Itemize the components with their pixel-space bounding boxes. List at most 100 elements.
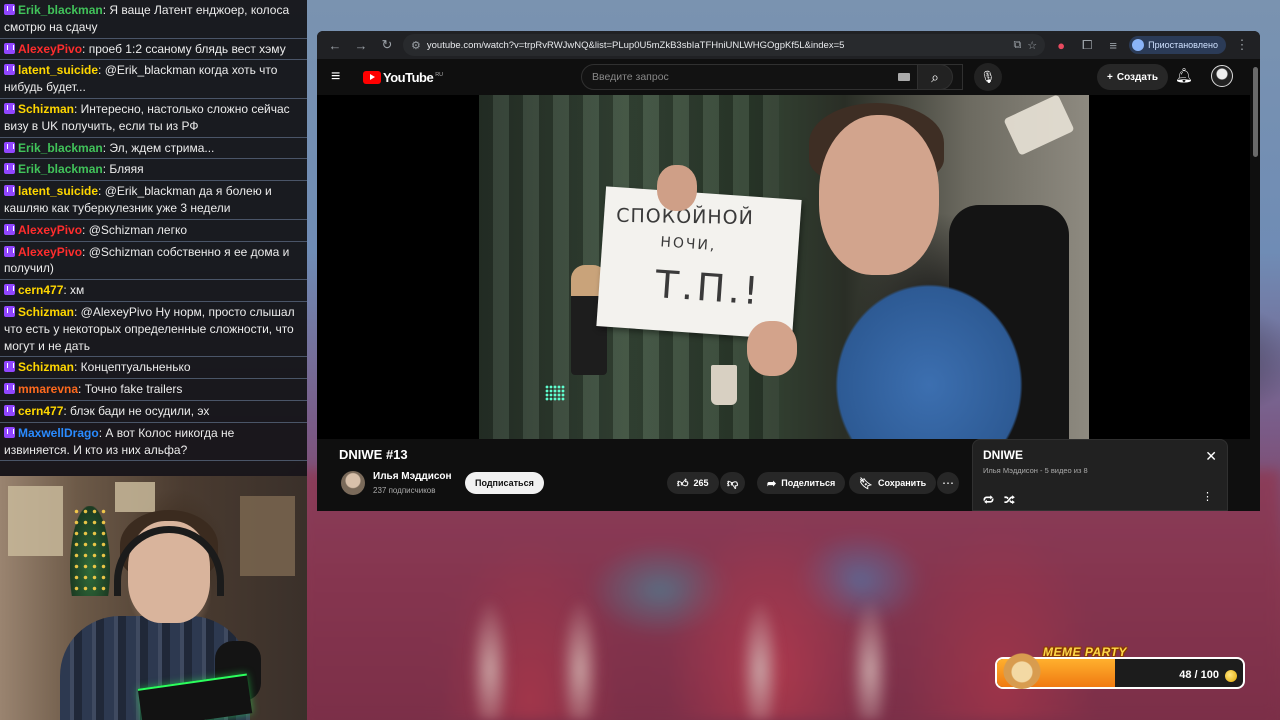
- profile-avatar-icon: [1132, 39, 1145, 51]
- playlist-menu-icon[interactable]: ⋮: [1202, 490, 1213, 503]
- chat-username[interactable]: latent_suicide: [18, 63, 98, 77]
- account-avatar[interactable]: [1211, 65, 1233, 87]
- extensions-puzzle-icon[interactable]: ⧠: [1077, 35, 1097, 55]
- chat-message: Erik_blackman: Я ваще Латент енджоер, ко…: [0, 0, 307, 39]
- chat-username[interactable]: cern477: [18, 404, 63, 418]
- youtube-logo[interactable]: YouTube RU: [363, 70, 443, 85]
- twitch-badge-icon: [4, 163, 15, 175]
- chat-username[interactable]: Schizman: [18, 102, 74, 116]
- playlist-controls: 🔁︎ 🔀︎: [983, 492, 1015, 508]
- chat-message: AlexeyPivo: проеб 1:2 ссаному блядь вест…: [0, 39, 307, 61]
- share-button[interactable]: ➦ Поделиться: [757, 472, 846, 494]
- more-actions-button[interactable]: ⋯: [937, 472, 959, 494]
- close-icon[interactable]: ✕: [1205, 448, 1217, 465]
- chat-username[interactable]: MaxwellDrago: [18, 426, 99, 440]
- chat-username[interactable]: mmarevna: [18, 382, 78, 396]
- chat-message: Schizman: @AlexeyPivo Ну норм, просто сл…: [0, 302, 307, 358]
- twitch-badge-icon: [4, 4, 15, 15]
- create-button[interactable]: + Создать: [1097, 64, 1168, 90]
- cup: [711, 365, 737, 405]
- chat-message: cern477: хм: [0, 280, 307, 302]
- chat-username[interactable]: cern477: [18, 283, 63, 297]
- bell-icon[interactable]: 🔔︎: [1175, 67, 1193, 84]
- youtube-play-icon: [363, 70, 381, 84]
- browser-window: ← → ↻ ⚙ youtube.com/watch?v=trpRvRWJwNQ&…: [317, 31, 1260, 511]
- twitch-badge-icon: [4, 305, 15, 317]
- hamburger-menu-icon[interactable]: ≡: [331, 68, 347, 86]
- doge-icon: [1003, 651, 1041, 689]
- dislike-button[interactable]: 👎︎: [720, 472, 746, 494]
- chat-text: : проеб 1:2 ссаному блядь вест хэму: [82, 41, 286, 56]
- chat-username[interactable]: AlexeyPivo: [18, 245, 82, 259]
- twitch-badge-icon: [4, 185, 15, 197]
- save-button[interactable]: 🔖︎ Сохранить: [849, 472, 937, 494]
- hand: [657, 165, 697, 211]
- plus-icon: +: [1107, 71, 1113, 83]
- video-info: DNIWE #13 Илья Мэддисон 237 подписчиков …: [317, 439, 1250, 511]
- forward-arrow-icon[interactable]: →: [351, 35, 371, 55]
- twitch-badge-icon: [4, 284, 15, 296]
- chat-text: : @Schizman легко: [82, 222, 188, 237]
- reload-icon[interactable]: ↻: [377, 35, 397, 55]
- browser-toolbar: ← → ↻ ⚙ youtube.com/watch?v=trpRvRWJwNQ&…: [317, 31, 1260, 59]
- twitch-badge-icon: [4, 383, 15, 395]
- profile-button[interactable]: Приостановлено: [1129, 36, 1226, 54]
- chat-panel: Erik_blackman: Я ваще Латент енджоер, ко…: [0, 0, 307, 476]
- site-info-icon[interactable]: ⚙: [411, 39, 421, 52]
- video-player[interactable]: СПОКОЙНОЙ НОЧИ, Т.П.!: [317, 95, 1250, 439]
- region-code: RU: [435, 71, 444, 78]
- share-label: Поделиться: [781, 478, 836, 488]
- address-bar[interactable]: ⚙ youtube.com/watch?v=trpRvRWJwNQ&list=P…: [403, 34, 1046, 56]
- chat-message: Schizman: Концептуальненько: [0, 357, 307, 380]
- thumbs-up-icon: 👍︎: [677, 477, 689, 490]
- chat-username[interactable]: Erik_blackman: [18, 162, 103, 176]
- page-scrollbar[interactable]: [1253, 67, 1258, 157]
- chat-username[interactable]: Erik_blackman: [18, 141, 103, 155]
- url-text: youtube.com/watch?v=trpRvRWJwNQ&list=PLu…: [426, 39, 845, 51]
- keyboard-icon[interactable]: [898, 73, 910, 81]
- chat-text: : Концептуальненько: [74, 360, 191, 375]
- chat-message: Erik_blackman: Бляяя: [0, 159, 307, 182]
- chat-username[interactable]: AlexeyPivo: [18, 223, 82, 237]
- install-app-icon[interactable]: ⧉: [1013, 39, 1021, 52]
- man-face: [819, 115, 939, 275]
- video-frame: СПОКОЙНОЙ НОЧИ, Т.П.!: [479, 95, 1089, 439]
- loop-icon[interactable]: 🔁︎: [983, 492, 994, 508]
- video-title: DNIWE #13: [339, 447, 408, 462]
- channel-name[interactable]: Илья Мэддисон: [373, 471, 452, 482]
- twitch-badge-icon: [4, 102, 15, 114]
- chat-username[interactable]: Erik_blackman: [18, 3, 103, 17]
- search-icon[interactable]: ⌕: [917, 64, 953, 90]
- meme-party-widget: 48 / 100 MEME PARTY: [995, 645, 1245, 689]
- playlist-title[interactable]: DNIWE: [983, 448, 1217, 462]
- chat-text: : Точно fake trailers: [78, 382, 183, 397]
- youtube-wordmark: YouTube: [383, 69, 434, 85]
- chat-username[interactable]: Schizman: [18, 360, 74, 374]
- chat-username[interactable]: latent_suicide: [18, 184, 98, 198]
- youtube-header: ≡ YouTube RU Введите запрос ⌕ 🎙 + Создат…: [317, 59, 1260, 95]
- share-icon: ➦: [767, 477, 777, 490]
- reading-list-icon[interactable]: ≡: [1103, 35, 1123, 55]
- chat-message: MaxwellDrago: А вот Колос никогда не изв…: [0, 423, 307, 462]
- chat-username[interactable]: Schizman: [18, 305, 74, 319]
- chat-message: latent_suicide: @Erik_blackman когда хот…: [0, 60, 307, 99]
- chat-text: : хм: [63, 283, 85, 298]
- shuffle-icon[interactable]: 🔀︎: [1004, 492, 1015, 508]
- chat-message: Erik_blackman: Эл, ждем стрима...: [0, 138, 307, 160]
- webcam-feed: [0, 476, 307, 720]
- twitch-badge-icon: [4, 223, 15, 235]
- channel-avatar[interactable]: [341, 471, 365, 495]
- back-arrow-icon[interactable]: ←: [325, 35, 345, 55]
- bookmark-star-icon[interactable]: ☆: [1027, 39, 1037, 52]
- chat-username[interactable]: AlexeyPivo: [18, 42, 82, 56]
- extension-icon[interactable]: ●: [1051, 35, 1071, 55]
- search-input[interactable]: Введите запрос: [581, 64, 963, 90]
- save-label: Сохранить: [877, 478, 927, 488]
- coin-icon: [1225, 670, 1237, 682]
- subscribe-button[interactable]: Подписаться: [465, 472, 544, 494]
- mic-icon[interactable]: 🎙: [974, 63, 1002, 91]
- like-button[interactable]: 👍︎ 265: [667, 472, 719, 494]
- desk-lights: [545, 385, 565, 401]
- hand: [747, 321, 797, 376]
- browser-menu-icon[interactable]: ⋮: [1232, 35, 1252, 55]
